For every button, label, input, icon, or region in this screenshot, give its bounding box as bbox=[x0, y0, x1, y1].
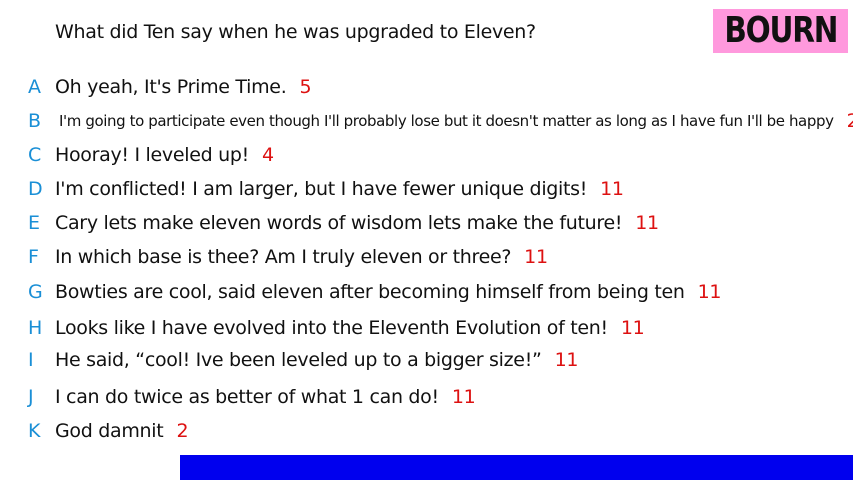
answer-row-e: E Cary lets make eleven words of wisdom … bbox=[0, 208, 853, 238]
answer-letter: J bbox=[28, 386, 34, 408]
answer-letter: H bbox=[28, 317, 43, 339]
answer-letter: E bbox=[28, 212, 41, 234]
answer-content: In which base is thee? Am I truly eleven… bbox=[55, 246, 512, 268]
answer-row-j: J I can do twice as better of what 1 can… bbox=[0, 382, 853, 412]
answer-votes: 11 bbox=[600, 178, 624, 200]
answer-votes: 22 bbox=[846, 110, 853, 132]
answer-text: Oh yeah, It's Prime Time. 5 bbox=[55, 76, 312, 98]
answer-text: Hooray! I leveled up! 4 bbox=[55, 144, 274, 166]
answer-votes: 11 bbox=[620, 317, 645, 339]
answer-text: Looks like I have evolved into the Eleve… bbox=[55, 317, 645, 339]
answer-text: Bowties are cool, said eleven after beco… bbox=[55, 281, 722, 303]
answer-text: God damnit 2 bbox=[55, 420, 189, 442]
answer-letter: I bbox=[28, 349, 34, 371]
answer-votes: 11 bbox=[697, 281, 722, 303]
answer-row-b: B I'm going to participate even though I… bbox=[0, 106, 853, 136]
answer-votes: 4 bbox=[261, 144, 274, 166]
answer-content: Bowties are cool, said eleven after beco… bbox=[55, 281, 685, 303]
answer-content: Oh yeah, It's Prime Time. bbox=[55, 76, 287, 98]
answer-text: I'm conflicted! I am larger, but I have … bbox=[55, 178, 624, 200]
answer-votes: 11 bbox=[524, 246, 548, 268]
answer-letter: G bbox=[28, 281, 43, 303]
team-badge: BOURN bbox=[713, 9, 848, 53]
answer-votes: 11 bbox=[451, 386, 476, 408]
answer-content: God damnit bbox=[55, 420, 164, 442]
answer-votes: 5 bbox=[299, 76, 312, 98]
blue-bar bbox=[180, 455, 853, 480]
badge-label: BOURN bbox=[724, 10, 838, 51]
answer-letter: A bbox=[28, 76, 41, 98]
answer-votes: 11 bbox=[554, 349, 579, 371]
question-title: What did Ten say when he was upgraded to… bbox=[55, 21, 536, 43]
answer-letter: K bbox=[28, 420, 41, 442]
answer-content: I can do twice as better of what 1 can d… bbox=[55, 386, 439, 408]
answer-row-h: H Looks like I have evolved into the Ele… bbox=[0, 313, 853, 343]
answer-row-g: G Bowties are cool, said eleven after be… bbox=[0, 277, 853, 307]
answer-letter: C bbox=[28, 144, 42, 166]
answer-votes: 2 bbox=[176, 420, 189, 442]
answer-row-d: D I'm conflicted! I am larger, but I hav… bbox=[0, 174, 853, 204]
answer-text: Cary lets make eleven words of wisdom le… bbox=[55, 212, 659, 234]
answer-text: In which base is thee? Am I truly eleven… bbox=[55, 246, 548, 268]
answer-row-k: K God damnit 2 bbox=[0, 416, 853, 446]
answer-content: Cary lets make eleven words of wisdom le… bbox=[55, 212, 623, 234]
answer-row-i: I He said, “cool! Ive been leveled up to… bbox=[0, 345, 853, 375]
answer-row-a: A Oh yeah, It's Prime Time. 5 bbox=[0, 72, 853, 102]
answer-letter: D bbox=[28, 178, 43, 200]
answer-text: I'm going to participate even though I'l… bbox=[59, 110, 853, 132]
answer-content: I'm conflicted! I am larger, but I have … bbox=[55, 178, 588, 200]
answer-letter: F bbox=[28, 246, 39, 268]
answer-letter: B bbox=[28, 110, 42, 132]
answer-content: I'm going to participate even though I'l… bbox=[59, 112, 834, 130]
answer-votes: 11 bbox=[635, 212, 659, 234]
answer-text: I can do twice as better of what 1 can d… bbox=[55, 386, 476, 408]
answer-content: Hooray! I leveled up! bbox=[55, 144, 249, 166]
answer-row-f: F In which base is thee? Am I truly elev… bbox=[0, 242, 853, 272]
answer-content: He said, “cool! Ive been leveled up to a… bbox=[55, 349, 542, 371]
answer-row-c: C Hooray! I leveled up! 4 bbox=[0, 140, 853, 170]
answer-content: Looks like I have evolved into the Eleve… bbox=[55, 317, 608, 339]
answer-text: He said, “cool! Ive been leveled up to a… bbox=[55, 349, 578, 371]
